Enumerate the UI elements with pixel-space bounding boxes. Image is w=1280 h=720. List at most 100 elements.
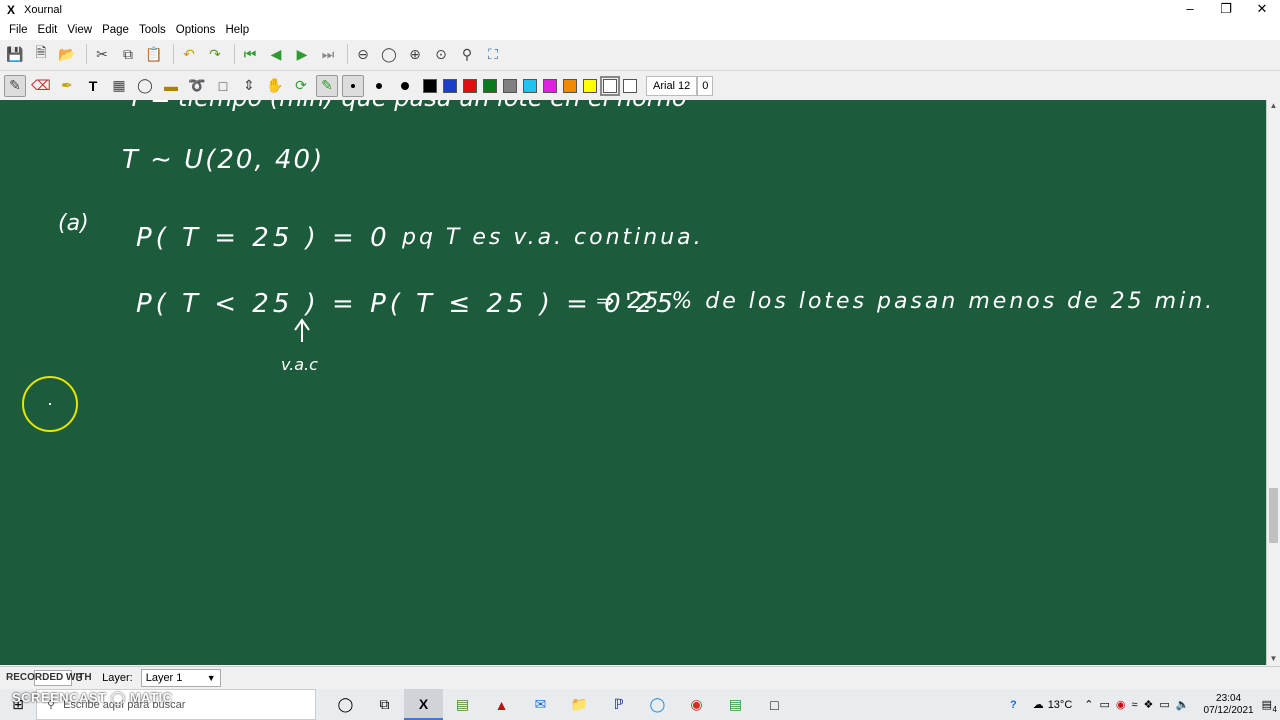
- notifications-icon[interactable]: ▤ 4: [1262, 698, 1277, 714]
- cut-icon[interactable]: ✂: [91, 43, 113, 65]
- part-a-label: (a): [58, 211, 89, 236]
- close-button[interactable]: ✕: [1244, 0, 1280, 20]
- sheets-icon[interactable]: ▤: [716, 689, 755, 720]
- color-palette: [420, 75, 640, 96]
- shape-recognizer-icon[interactable]: ◯: [134, 75, 156, 97]
- snip-icon[interactable]: □: [755, 689, 794, 720]
- windows-taskbar: ⊞ ⚲ Escribe aquí para buscar ◯ ⧉ X ▤ ▲ ✉…: [0, 689, 1280, 720]
- eraser-tool-icon[interactable]: ⌫: [30, 75, 52, 97]
- new-file-icon[interactable]: 🗎: [30, 43, 52, 65]
- app-s-icon[interactable]: ℙ: [599, 689, 638, 720]
- minimize-button[interactable]: –: [1172, 0, 1208, 20]
- scroll-down-icon[interactable]: ▼: [1267, 653, 1280, 665]
- help-icon[interactable]: ?: [1010, 699, 1017, 711]
- color-swatch[interactable]: [443, 78, 457, 93]
- status-bar: 3 Layer: Layer 1 ▼: [0, 666, 1280, 688]
- vertical-space-icon[interactable]: ⇕: [238, 75, 260, 97]
- display-icon[interactable]: ▭: [1159, 698, 1169, 711]
- font-size-field[interactable]: 0: [697, 75, 714, 96]
- menu-view[interactable]: View: [62, 24, 97, 36]
- wifi-icon[interactable]: ≈: [1132, 699, 1138, 711]
- cortana-icon[interactable]: ◯: [326, 689, 365, 720]
- zoom-set-icon[interactable]: ⚲: [456, 43, 478, 65]
- annotation-vac: v.a.c: [281, 355, 318, 374]
- clock[interactable]: 23:04 07/12/2021: [1204, 693, 1254, 717]
- highlighter-tool-icon[interactable]: ✒: [56, 75, 78, 97]
- pen-tool-icon[interactable]: ✎: [4, 74, 26, 97]
- last-page-icon[interactable]: ⏭: [317, 43, 339, 65]
- xournal-app-icon: X: [6, 3, 15, 17]
- vertical-scrollbar[interactable]: ▲ ▼: [1266, 100, 1280, 665]
- color-swatch[interactable]: [583, 78, 597, 93]
- chevron-up-icon[interactable]: ⌃: [1084, 698, 1093, 711]
- scroll-up-icon[interactable]: ▲: [1267, 100, 1280, 112]
- zoom-out-icon[interactable]: ⊖: [352, 43, 374, 65]
- battery-icon[interactable]: ▭: [1099, 698, 1109, 711]
- hand-tool-icon[interactable]: ✋: [264, 75, 286, 97]
- menu-file[interactable]: File: [4, 24, 33, 36]
- pen-default-icon[interactable]: ✎: [316, 74, 338, 97]
- dropbox-icon[interactable]: ❖: [1144, 698, 1154, 711]
- color-swatch[interactable]: [423, 78, 437, 93]
- menu-help[interactable]: Help: [220, 24, 254, 36]
- partial-top-line: T = tiempo (min) que pasa un lote en el …: [128, 100, 687, 112]
- color-swatch[interactable]: [523, 78, 537, 93]
- temperature[interactable]: 13°C: [1048, 699, 1073, 711]
- color-swatch[interactable]: [543, 78, 557, 93]
- ruler-icon[interactable]: ▬: [160, 75, 182, 97]
- color-swatch[interactable]: [623, 78, 637, 93]
- image-tool-icon[interactable]: ▦: [108, 75, 130, 97]
- volume-icon[interactable]: 🔈: [1176, 698, 1190, 711]
- copy-icon[interactable]: ⧉: [117, 43, 139, 65]
- first-page-icon[interactable]: ⏮: [239, 43, 261, 65]
- menu-tools[interactable]: Tools: [134, 24, 171, 36]
- thickness-thick-icon[interactable]: [394, 75, 416, 97]
- restore-button[interactable]: ❐: [1208, 0, 1244, 20]
- menu-edit[interactable]: Edit: [33, 24, 63, 36]
- color-swatch[interactable]: [483, 78, 497, 93]
- edge-icon[interactable]: ◯: [638, 689, 677, 720]
- zoom-in-icon[interactable]: ⊕: [404, 43, 426, 65]
- lasso-select-icon[interactable]: ➰: [186, 75, 208, 97]
- color-swatch[interactable]: [503, 78, 517, 93]
- menu-page[interactable]: Page: [97, 24, 134, 36]
- task-view-icon[interactable]: ⧉: [365, 689, 404, 720]
- drawing-canvas[interactable]: T = tiempo (min) que pasa un lote en el …: [0, 100, 1266, 665]
- default-tools-icon[interactable]: ⟳: [290, 75, 312, 97]
- rect-select-icon[interactable]: □: [212, 75, 234, 97]
- mail-icon[interactable]: ✉: [521, 689, 560, 720]
- save-icon[interactable]: 💾: [4, 43, 26, 65]
- layer-select[interactable]: Layer 1 ▼: [140, 668, 221, 687]
- window-title: Xournal: [24, 4, 62, 16]
- main-toolbar: 💾 🗎 📂 ✂ ⧉ 📋 ↶ ↷ ⏮ ◀ ▶ ⏭ ⊖ ◯ ⊕ ⊙ ⚲ ⛶: [0, 40, 1280, 68]
- next-page-icon[interactable]: ▶: [291, 43, 313, 65]
- notepad-icon[interactable]: ▤: [443, 689, 482, 720]
- text-tool-icon[interactable]: T: [82, 75, 104, 97]
- chrome-icon[interactable]: ◉: [677, 689, 716, 720]
- open-folder-icon[interactable]: 📂: [56, 43, 78, 65]
- file-explorer-icon[interactable]: 📁: [560, 689, 599, 720]
- redo-icon[interactable]: ↷: [204, 43, 226, 65]
- menu-options[interactable]: Options: [171, 24, 221, 36]
- weather-icon[interactable]: ☁: [1033, 698, 1044, 711]
- thickness-fine-icon[interactable]: [342, 74, 364, 97]
- zoom-fit-icon[interactable]: ⊙: [430, 43, 452, 65]
- prev-page-icon[interactable]: ◀: [265, 43, 287, 65]
- acrobat-icon[interactable]: ▲: [482, 689, 521, 720]
- scrollbar-thumb[interactable]: [1269, 488, 1278, 543]
- color-swatch[interactable]: [463, 78, 477, 93]
- menu-bar: File Edit View Page Tools Options Help: [0, 20, 1280, 40]
- paste-icon[interactable]: 📋: [143, 43, 165, 65]
- security-icon[interactable]: ◉: [1116, 698, 1126, 711]
- fullscreen-icon[interactable]: ⛶: [482, 43, 504, 65]
- color-swatch[interactable]: [563, 78, 577, 93]
- thickness-medium-icon[interactable]: [368, 75, 390, 97]
- color-swatch[interactable]: [600, 75, 620, 96]
- undo-icon[interactable]: ↶: [178, 43, 200, 65]
- xournal-taskbar-icon[interactable]: X: [404, 689, 443, 720]
- font-selector[interactable]: Arial 12: [646, 75, 698, 96]
- equation-1-note: pq T es v.a. continua.: [401, 225, 704, 250]
- zoom-100-icon[interactable]: ◯: [378, 43, 400, 65]
- title-bar: X Xournal – ❐ ✕: [0, 0, 1280, 20]
- pointer-dot: [49, 403, 51, 405]
